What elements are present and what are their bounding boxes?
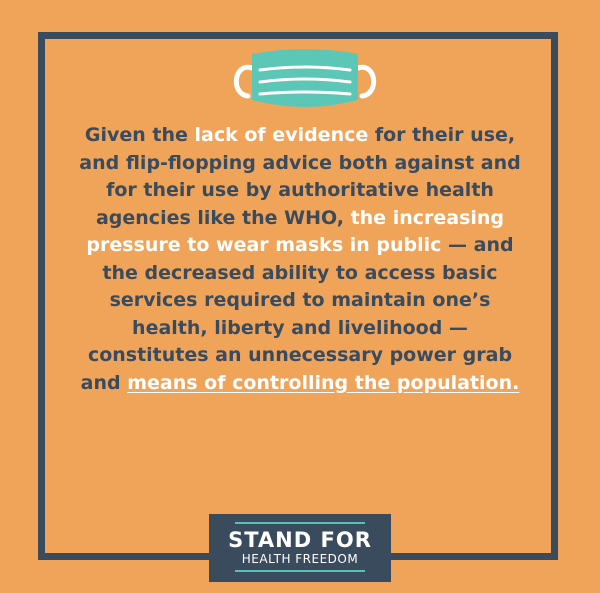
stand-for-health-freedom-logo: STAND FOR HEALTH FREEDOM bbox=[209, 514, 391, 582]
logo-subtitle: HEALTH FREEDOM bbox=[241, 552, 359, 566]
logo-title: STAND FOR bbox=[228, 528, 372, 552]
face-mask-icon bbox=[233, 49, 377, 107]
logo-top-line bbox=[235, 522, 365, 524]
logo-bottom-line bbox=[235, 570, 365, 572]
quote-part-3: — and the decreased ability to access ba… bbox=[80, 234, 514, 394]
quote-part-1: Given the bbox=[84, 124, 195, 146]
quote-highlight-lack-of-evidence: lack of evidence bbox=[194, 124, 369, 146]
quote-link-controlling[interactable]: means of controlling the population. bbox=[127, 372, 519, 394]
quote-text: Given the lack of evidence for their use… bbox=[70, 122, 530, 397]
